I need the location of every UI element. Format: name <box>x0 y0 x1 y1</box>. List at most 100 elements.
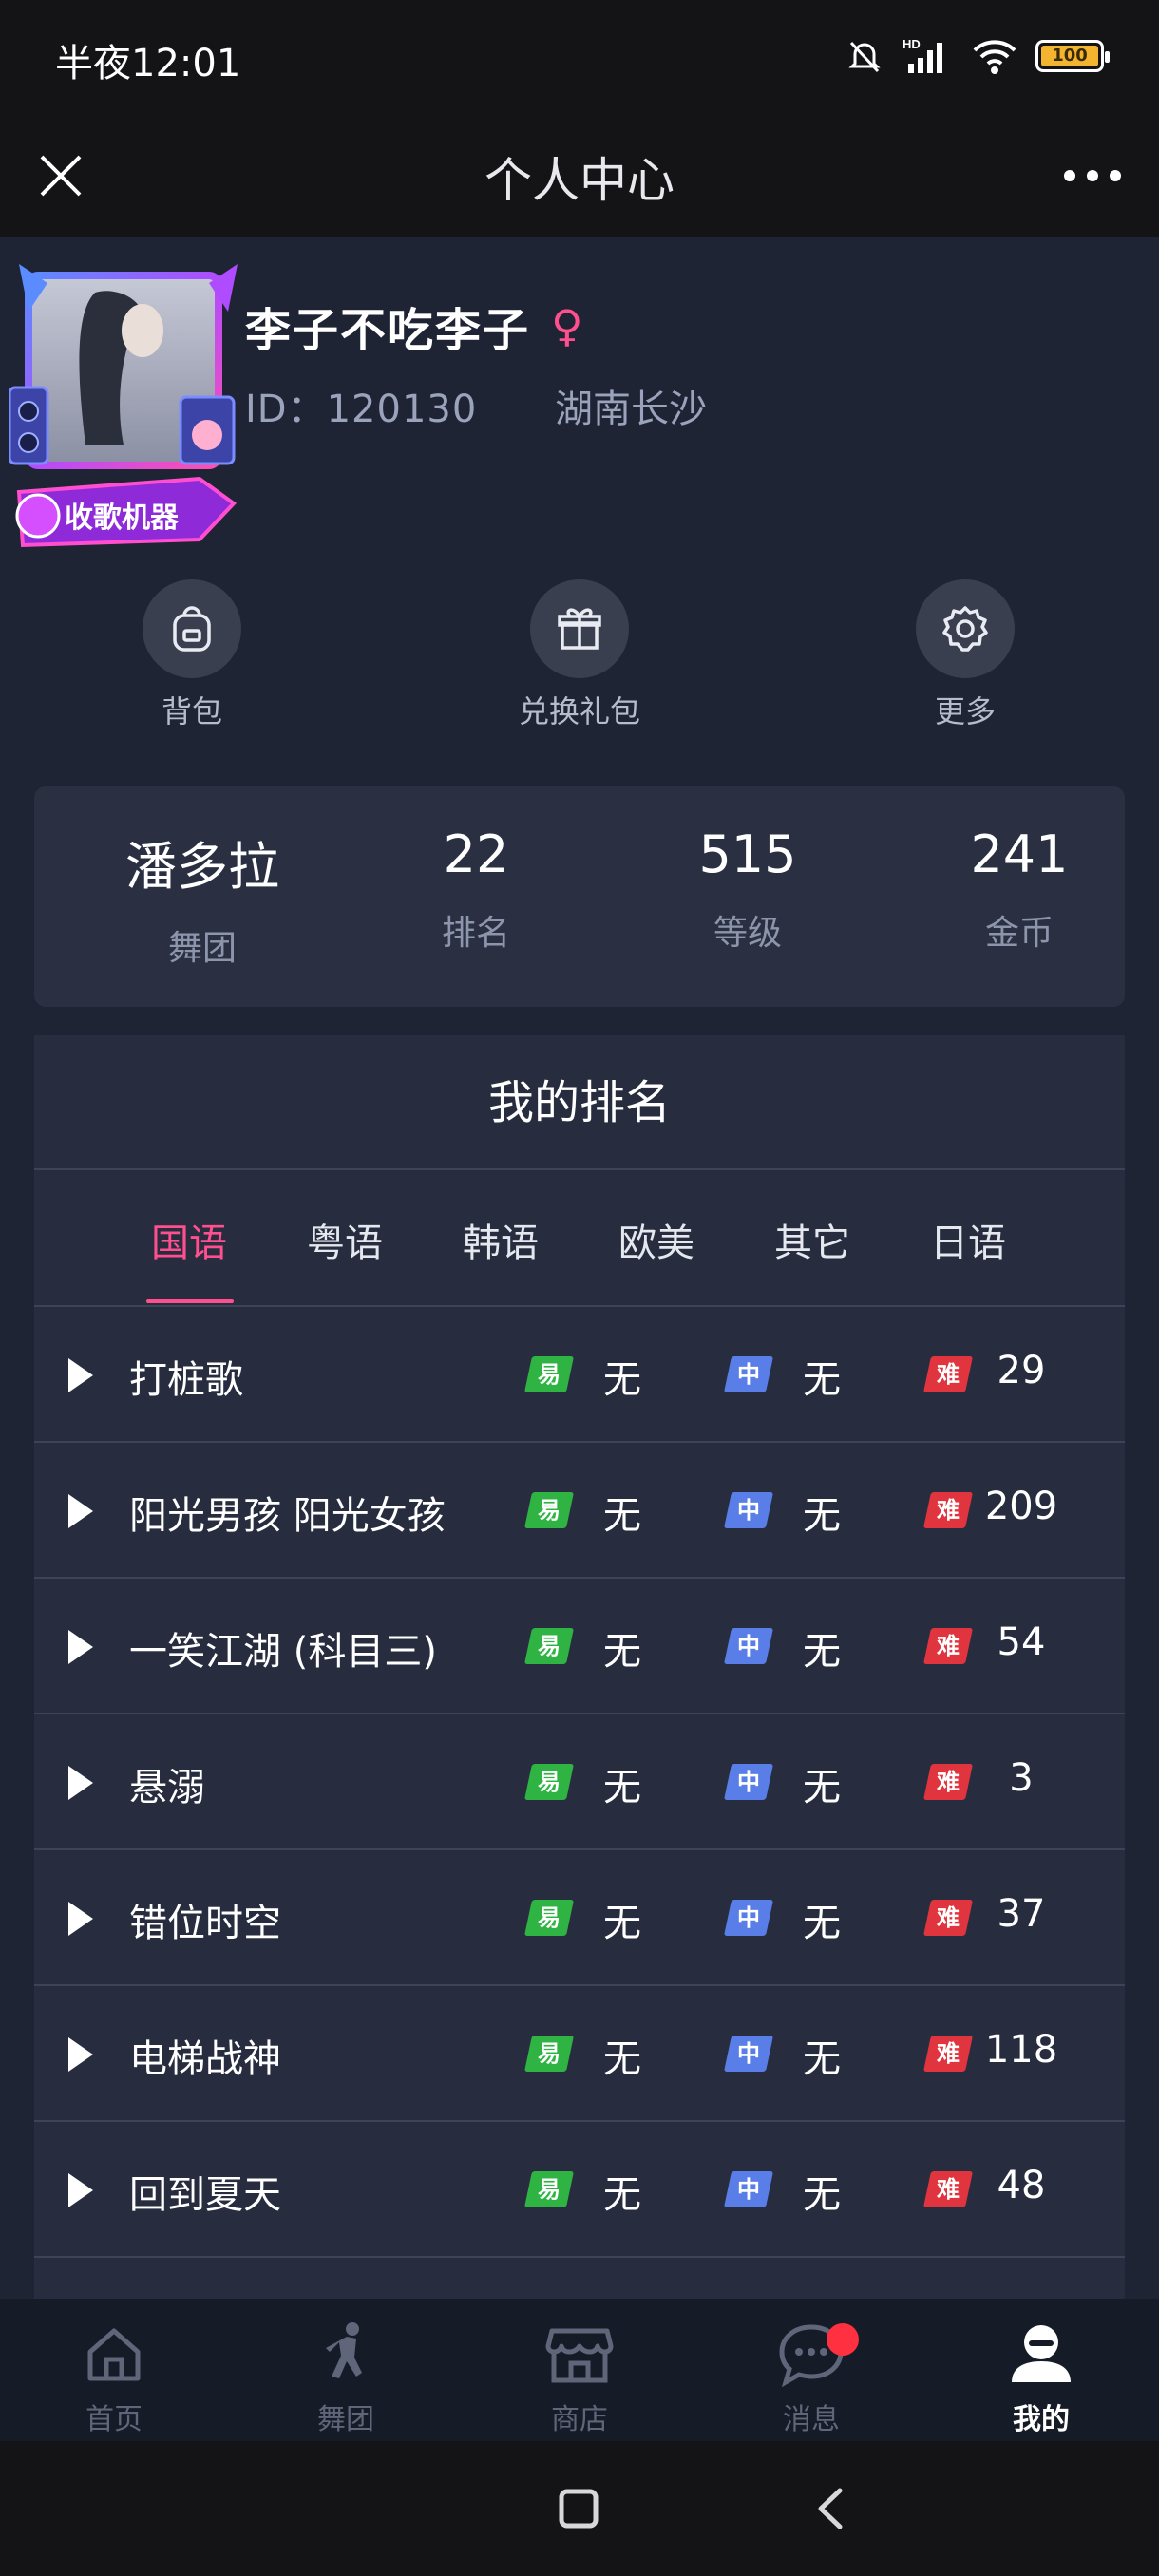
profile-section: 收歌机器 李子不吃李子 ♀ ID：120130 湖南长沙 <box>0 237 1159 560</box>
home-square-icon[interactable] <box>557 2487 600 2530</box>
song-row[interactable]: 回到夏天 易 无 中 无 难 48 <box>34 2122 1125 2258</box>
stat-dance-group[interactable]: 潘多拉 舞团 <box>65 824 340 970</box>
play-icon[interactable] <box>68 1766 93 1800</box>
avatar[interactable]: 收歌机器 <box>10 255 247 549</box>
tab-western[interactable]: 欧美 <box>585 1212 728 1267</box>
stat-label: 排名 <box>441 914 510 953</box>
song-name: 错位时空 <box>129 1902 281 1945</box>
status-bar: 半夜12:01 HD 100 <box>0 0 1159 114</box>
medium-badge: 中 <box>723 2171 774 2207</box>
hard-rank: 48 <box>997 2164 1046 2207</box>
ranking-card: 我的排名 国语 粤语 韩语 欧美 其它 日语 打桩歌 易 无 中 无 难 29 … <box>34 1035 1125 2299</box>
backpack-button[interactable]: 背包 <box>87 579 296 731</box>
username-row: 李子不吃李子 ♀ <box>245 293 583 359</box>
gear-icon <box>916 579 1015 678</box>
easy-rank: 无 <box>603 2173 641 2217</box>
hard-rank: 29 <box>997 1349 1046 1392</box>
medium-rank: 无 <box>803 1358 841 1402</box>
song-row[interactable]: 悬溺 易 无 中 无 难 3 <box>34 1714 1125 1850</box>
nav-messages[interactable]: 消息 <box>735 2320 887 2437</box>
status-icons: HD 100 <box>844 32 1110 80</box>
system-nav-bar <box>0 2441 1159 2576</box>
dancer-icon <box>270 2320 422 2390</box>
stat-value: 潘多拉 <box>125 837 279 897</box>
svg-text:HD: HD <box>902 37 921 51</box>
profile-icon <box>965 2320 1117 2390</box>
medium-rank: 无 <box>803 1630 841 1674</box>
easy-badge: 易 <box>523 1764 575 1800</box>
medium-rank: 无 <box>803 1766 841 1809</box>
back-icon[interactable] <box>813 2485 847 2532</box>
hard-rank: 37 <box>997 1892 1046 1936</box>
nav-label: 消息 <box>783 2403 840 2436</box>
stat-label: 金币 <box>984 914 1054 953</box>
tab-korean[interactable]: 韩语 <box>429 1212 572 1267</box>
nav-label: 我的 <box>1013 2403 1070 2436</box>
tab-japanese[interactable]: 日语 <box>897 1212 1039 1267</box>
medium-rank: 无 <box>803 2173 841 2217</box>
play-icon[interactable] <box>68 2173 93 2207</box>
song-row[interactable]: 一笑江湖 (科目三) 易 无 中 无 难 54 <box>34 1579 1125 1714</box>
message-icon <box>735 2320 887 2390</box>
wifi-icon <box>973 40 1016 74</box>
more-options-icon[interactable] <box>1064 161 1121 190</box>
easy-rank: 无 <box>603 1358 641 1402</box>
backpack-label: 背包 <box>161 693 222 729</box>
backpack-icon <box>142 579 241 678</box>
stat-value: 22 <box>443 824 509 884</box>
play-icon[interactable] <box>68 1902 93 1936</box>
nav-home[interactable]: 首页 <box>38 2320 190 2437</box>
play-icon[interactable] <box>68 1494 93 1528</box>
nav-profile[interactable]: 我的 <box>965 2320 1117 2437</box>
more-label: 更多 <box>934 693 996 729</box>
play-icon[interactable] <box>68 1630 93 1664</box>
more-button[interactable]: 更多 <box>861 579 1070 731</box>
stat-rank[interactable]: 22 排名 <box>338 824 614 955</box>
hard-rank: 209 <box>984 1485 1058 1528</box>
hard-badge: 难 <box>922 1900 974 1936</box>
song-row[interactable]: 电梯战神 易 无 中 无 难 118 <box>34 1986 1125 2122</box>
song-name: 阳光男孩 阳光女孩 <box>129 1494 446 1538</box>
female-gender-icon: ♀ <box>551 300 583 351</box>
hard-badge: 难 <box>922 2036 974 2072</box>
easy-badge: 易 <box>523 2036 575 2072</box>
hard-badge: 难 <box>922 1356 974 1392</box>
easy-badge: 易 <box>523 1356 575 1392</box>
easy-rank: 无 <box>603 1766 641 1809</box>
play-icon[interactable] <box>68 1358 93 1392</box>
username: 李子不吃李子 <box>245 304 531 357</box>
song-row[interactable]: 阳光男孩 阳光女孩 易 无 中 无 难 209 <box>34 1443 1125 1579</box>
stat-level[interactable]: 515 等级 <box>610 824 885 955</box>
song-row[interactable]: 错位时空 易 无 中 无 难 37 <box>34 1850 1125 1986</box>
easy-rank: 无 <box>603 1902 641 1945</box>
nav-store[interactable]: 商店 <box>504 2320 656 2437</box>
hard-rank: 54 <box>997 1620 1046 1664</box>
stat-label: 等级 <box>712 914 782 953</box>
battery-icon: 100 <box>1036 40 1110 72</box>
active-tab-indicator <box>146 1299 234 1303</box>
hard-badge: 难 <box>922 2171 974 2207</box>
tab-other[interactable]: 其它 <box>741 1212 884 1267</box>
medium-badge: 中 <box>723 1900 774 1936</box>
nav-label: 商店 <box>551 2403 608 2436</box>
song-row[interactable]: 打桩歌 易 无 中 无 难 29 <box>34 1307 1125 1443</box>
nav-label: 首页 <box>86 2403 142 2436</box>
user-id: ID：120130 <box>245 388 478 431</box>
stat-coins[interactable]: 241 金币 <box>882 824 1157 955</box>
tab-mandarin[interactable]: 国语 <box>118 1212 260 1267</box>
hard-badge: 难 <box>922 1492 974 1528</box>
tab-cantonese[interactable]: 粤语 <box>274 1212 416 1267</box>
easy-badge: 易 <box>523 1900 575 1936</box>
stat-value: 515 <box>698 824 797 884</box>
redeem-gift-button[interactable]: 兑换礼包 <box>475 579 684 731</box>
play-icon[interactable] <box>68 2037 93 2072</box>
page-title: 个人中心 <box>484 153 674 208</box>
language-tabs: 国语 粤语 韩语 欧美 其它 日语 <box>34 1170 1125 1307</box>
user-location: 湖南长沙 <box>555 388 707 431</box>
nav-dance-group[interactable]: 舞团 <box>270 2320 422 2437</box>
easy-badge: 易 <box>523 2171 575 2207</box>
medium-badge: 中 <box>723 1764 774 1800</box>
stat-label: 舞团 <box>167 929 237 968</box>
hard-rank: 3 <box>1009 1756 1034 1800</box>
easy-rank: 无 <box>603 1630 641 1674</box>
